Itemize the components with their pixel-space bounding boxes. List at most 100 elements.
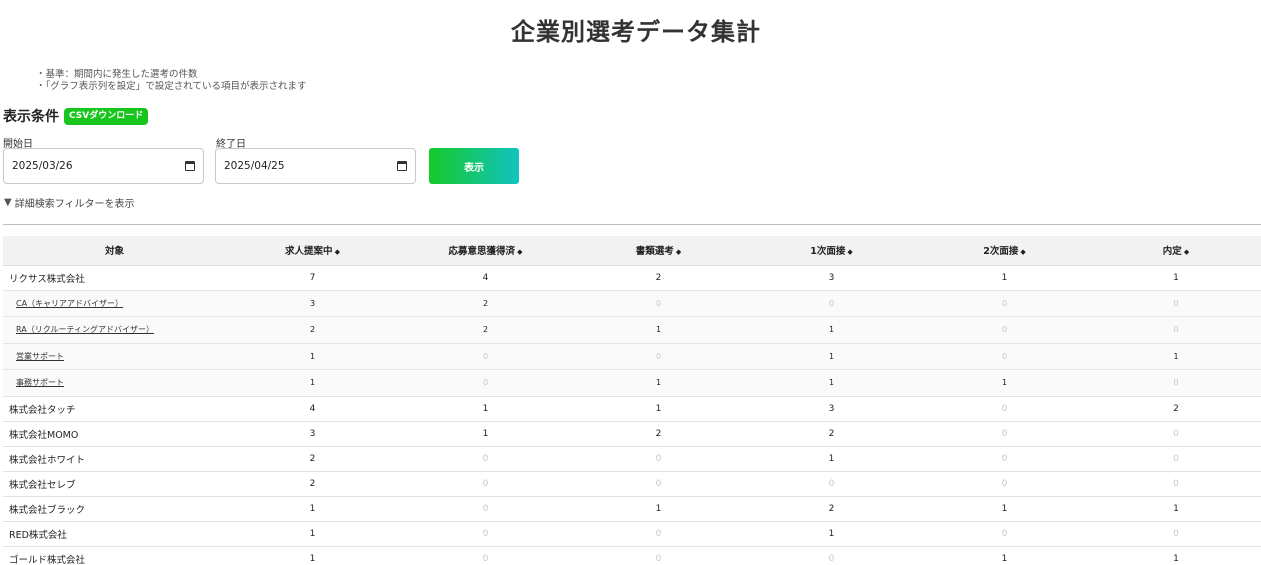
sort-icon[interactable]: ◆ xyxy=(1020,248,1025,256)
position-link[interactable]: CA（キャリアアドバイザー） xyxy=(16,299,123,308)
row-name: 株式会社MOMO xyxy=(9,429,79,441)
table-cell: 1 xyxy=(1001,272,1008,283)
table-cell: 0 xyxy=(482,553,489,564)
table-cell: 0 xyxy=(1173,428,1179,439)
filter-toggle-label: 詳細検索フィルターを表示 xyxy=(14,199,135,210)
row-name[interactable]: 営業サポート xyxy=(3,343,226,370)
column-header-applied[interactable]: 応募意思獲得済 ◆ xyxy=(399,236,572,266)
table-cell: 2 xyxy=(309,453,316,464)
selection-table: 対象 求人提案中 ◆ 応募意思獲得済 ◆ 書類選考 ◆ 1次面接 ◆ 2次面接 ◆ 内定 ◆… xyxy=(3,236,1261,565)
table-cell: 0 xyxy=(1173,453,1179,464)
note-basis: ・基準：期間内に発生した選考の件数 xyxy=(36,69,198,80)
row-name: リクサス株式会社 xyxy=(9,273,85,285)
table-cell: 0 xyxy=(655,351,662,361)
table-cell: 0 xyxy=(1173,298,1179,308)
table-cell: 2 xyxy=(482,325,489,335)
table-cell: 0 xyxy=(482,378,489,388)
column-header-offer[interactable]: 内定 ◆ xyxy=(1091,236,1261,266)
table-cell: 1 xyxy=(1001,378,1008,388)
row-name[interactable]: RA（リクルーティングアドバイザー） xyxy=(3,317,226,344)
table-cell: 1 xyxy=(655,378,662,388)
table-cell: 0 xyxy=(655,453,662,464)
row-name: 株式会社ブラック xyxy=(9,504,86,516)
table-cell: 2 xyxy=(1173,403,1179,414)
table-cell: 2 xyxy=(482,298,489,308)
table-cell: 1 xyxy=(1173,351,1179,361)
calendar-icon[interactable] xyxy=(185,161,195,171)
start-date-input[interactable]: 2025/03/26 xyxy=(3,148,204,184)
table-cell: 1 xyxy=(828,528,835,539)
divider xyxy=(3,224,1261,225)
table-cell: 2 xyxy=(828,503,835,514)
table-subrow: RA（リクルーティングアドバイザー） 2 2 1 1 0 0 xyxy=(3,316,1261,344)
table-cell: 1 xyxy=(1173,272,1179,283)
table-cell: 7 xyxy=(309,272,316,283)
column-header-target: 対象 xyxy=(3,236,226,266)
table-cell: 0 xyxy=(1173,528,1179,539)
table-body: リクサス株式会社 7 4 2 3 1 1 CA（キャリアアドバイザー） 3 2 0 0 0 0 RA（リクル… xyxy=(3,265,1261,565)
table-subrow: CA（キャリアアドバイザー） 3 2 0 0 0 0 xyxy=(3,290,1261,317)
end-date-input[interactable]: 2025/04/25 xyxy=(215,148,416,184)
row-name[interactable]: CA（キャリアアドバイザー） xyxy=(3,290,226,317)
table-cell: 1 xyxy=(1173,503,1179,514)
sort-icon[interactable]: ◆ xyxy=(1184,248,1189,256)
table-cell: 2 xyxy=(309,478,316,489)
position-link[interactable]: 営業サポート xyxy=(16,352,64,361)
notes: ・基準：期間内に発生した選考の件数 ・「グラフ表示列を設定」で設定されている項目… xyxy=(36,69,306,93)
triangle-down-icon: ▼ xyxy=(4,197,12,208)
row-name: 株式会社セレブ xyxy=(9,479,76,491)
table-cell: 0 xyxy=(1001,351,1008,361)
row-name[interactable]: 事務サポート xyxy=(3,370,226,397)
column-header-second-interview[interactable]: 2次面接 ◆ xyxy=(918,236,1091,266)
table-cell: 0 xyxy=(1001,325,1008,335)
row-name: 株式会社タッチ xyxy=(9,404,76,416)
table-cell: 2 xyxy=(309,325,316,335)
csv-download-button[interactable]: CSVダウンロード xyxy=(64,107,149,125)
table-cell: 0 xyxy=(1173,478,1179,489)
conditions-header: 表示条件 CSVダウンロード xyxy=(3,106,149,126)
sort-icon[interactable]: ◆ xyxy=(517,248,522,256)
filter-toggle[interactable]: ▼ 詳細検索フィルターを表示 xyxy=(4,195,135,210)
table-cell: 1 xyxy=(1001,553,1008,564)
table-cell: 1 xyxy=(828,378,835,388)
calendar-icon[interactable] xyxy=(397,161,407,171)
table-cell: 0 xyxy=(1001,528,1008,539)
table-cell: 1 xyxy=(482,403,489,414)
table-cell: 2 xyxy=(655,272,662,283)
table-row: ゴールド株式会社 1 0 0 0 1 1 xyxy=(3,546,1261,565)
column-header-document-screening[interactable]: 書類選考 ◆ xyxy=(572,236,745,266)
table-cell: 1 xyxy=(309,351,316,361)
sort-icon[interactable]: ◆ xyxy=(335,248,340,256)
table-cell: 1 xyxy=(309,553,316,564)
table-cell: 0 xyxy=(655,553,662,564)
table-cell: 0 xyxy=(828,553,835,564)
page-title: 企業別選考データ集計 xyxy=(511,18,761,46)
table-cell: 1 xyxy=(828,325,835,335)
table-row: 株式会社セレブ 2 0 0 0 0 0 xyxy=(3,471,1261,496)
table-cell: 1 xyxy=(309,528,316,539)
table-subrow: 営業サポート 1 0 0 1 0 1 xyxy=(3,343,1261,370)
table-subrow: 事務サポート 1 0 1 1 1 0 xyxy=(3,369,1261,397)
row-name: 株式会社ホワイト xyxy=(9,454,86,466)
table-cell: 1 xyxy=(1173,553,1179,564)
table-cell: 4 xyxy=(482,272,489,283)
table-cell: 4 xyxy=(309,403,316,414)
table-cell: 0 xyxy=(1001,403,1008,414)
table-cell: 1 xyxy=(828,453,835,464)
position-link[interactable]: RA（リクルーティングアドバイザー） xyxy=(16,325,154,334)
column-header-first-interview[interactable]: 1次面接 ◆ xyxy=(745,236,918,266)
table-cell: 0 xyxy=(482,503,489,514)
show-button[interactable]: 表示 xyxy=(429,148,519,184)
sort-icon[interactable]: ◆ xyxy=(676,248,681,256)
sort-icon[interactable]: ◆ xyxy=(847,248,852,256)
table-row: 株式会社タッチ 4 1 1 3 0 2 xyxy=(3,396,1261,421)
table-cell: 0 xyxy=(1173,378,1179,388)
table-cell: 0 xyxy=(655,528,662,539)
table-cell: 3 xyxy=(828,403,835,414)
table-row: 株式会社ブラック 1 0 1 2 1 1 xyxy=(3,496,1261,521)
table-cell: 0 xyxy=(828,298,835,308)
table-cell: 1 xyxy=(482,428,489,439)
column-header-proposing[interactable]: 求人提案中 ◆ xyxy=(226,236,399,266)
table-row: リクサス株式会社 7 4 2 3 1 1 xyxy=(3,265,1261,290)
position-link[interactable]: 事務サポート xyxy=(16,378,64,387)
